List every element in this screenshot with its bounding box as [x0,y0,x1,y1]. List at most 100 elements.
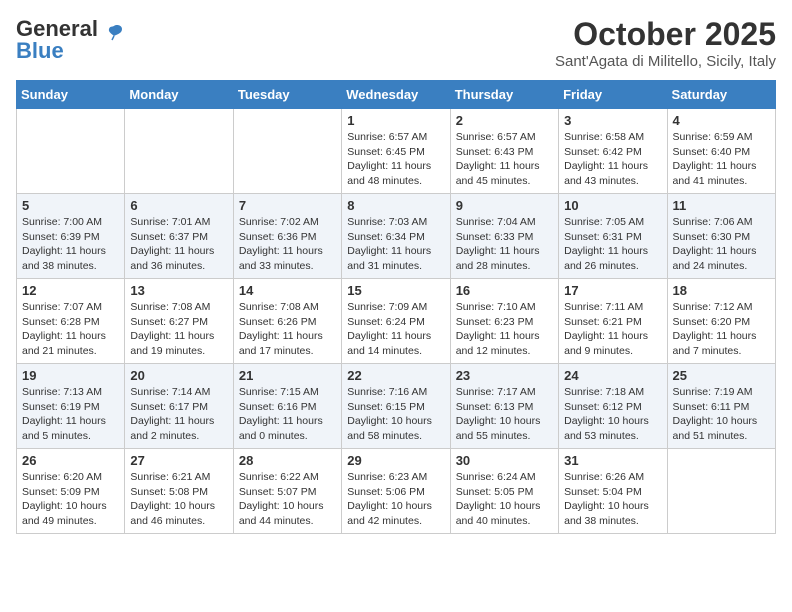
calendar-cell [233,109,341,194]
day-number: 13 [130,283,227,298]
calendar-row-2: 5 Sunrise: 7:00 AM Sunset: 6:39 PM Daylig… [17,194,776,279]
page-header: General Blue October 2025 Sant'Agata di … [16,16,776,70]
calendar-cell: 16 Sunrise: 7:10 AM Sunset: 6:23 PM Dayli… [450,279,558,364]
day-number: 6 [130,198,227,213]
day-info: Sunrise: 7:06 AM Sunset: 6:30 PM Dayligh… [673,215,770,274]
calendar-cell: 12Sunrise: 7:07 AM Sunset: 6:28 PM Dayli… [17,279,125,364]
calendar-cell [17,109,125,194]
calendar-cell: 30Sunrise: 6:24 AM Sunset: 5:05 PM Dayli… [450,449,558,534]
day-number: 20 [130,368,227,383]
day-info: Sunrise: 7:07 AM Sunset: 6:28 PM Dayligh… [22,300,119,359]
day-number: 1 [347,113,444,128]
day-number: 15 [347,283,444,298]
day-info: Sunrise: 7:09 AM Sunset: 6:24 PM Dayligh… [347,300,444,359]
day-number: 8 [347,198,444,213]
day-info: Sunrise: 6:21 AM Sunset: 5:08 PM Dayligh… [130,470,227,529]
day-info: Sunrise: 7:10 AM Sunset: 6:23 PM Dayligh… [456,300,553,359]
month-title: October 2025 [555,16,776,53]
day-info: Sunrise: 7:08 AM Sunset: 6:27 PM Dayligh… [130,300,227,359]
day-info: Sunrise: 6:57 AM Sunset: 6:43 PM Dayligh… [456,130,553,189]
day-info: Sunrise: 7:04 AM Sunset: 6:33 PM Dayligh… [456,215,553,274]
day-info: Sunrise: 6:23 AM Sunset: 5:06 PM Dayligh… [347,470,444,529]
day-number: 3 [564,113,661,128]
day-info: Sunrise: 7:03 AM Sunset: 6:34 PM Dayligh… [347,215,444,274]
calendar-cell: 28 Sunrise: 6:22 AM Sunset: 5:07 PM Dayli… [233,449,341,534]
logo: General Blue [16,16,124,64]
day-number: 7 [239,198,336,213]
day-number: 17 [564,283,661,298]
day-number: 23 [456,368,553,383]
calendar-cell: 21 Sunrise: 7:15 AM Sunset: 6:16 PM Dayli… [233,364,341,449]
calendar-cell: 24 Sunrise: 7:18 AM Sunset: 6:12 PM Dayli… [559,364,667,449]
calendar-row-3: 12Sunrise: 7:07 AM Sunset: 6:28 PM Dayli… [17,279,776,364]
calendar-cell: 25Sunrise: 7:19 AM Sunset: 6:11 PM Dayli… [667,364,775,449]
calendar-cell: 17 Sunrise: 7:11 AM Sunset: 6:21 PM Dayli… [559,279,667,364]
day-number: 21 [239,368,336,383]
calendar-cell: 4 Sunrise: 6:59 AM Sunset: 6:40 PM Daylig… [667,109,775,194]
day-number: 27 [130,453,227,468]
calendar-cell: 31 Sunrise: 6:26 AM Sunset: 5:04 PM Dayli… [559,449,667,534]
day-number: 11 [673,198,770,213]
day-info: Sunrise: 7:17 AM Sunset: 6:13 PM Dayligh… [456,385,553,444]
calendar-cell: 1 Sunrise: 6:57 AM Sunset: 6:45 PM Daylig… [342,109,450,194]
day-number: 26 [22,453,119,468]
day-info: Sunrise: 6:24 AM Sunset: 5:05 PM Dayligh… [456,470,553,529]
day-number: 14 [239,283,336,298]
day-number: 2 [456,113,553,128]
col-header-friday: Friday [559,81,667,109]
day-info: Sunrise: 7:13 AM Sunset: 6:19 PM Dayligh… [22,385,119,444]
calendar-header-row: SundayMondayTuesdayWednesdayThursdayFrid… [17,81,776,109]
calendar-row-4: 19 Sunrise: 7:13 AM Sunset: 6:19 PM Dayli… [17,364,776,449]
calendar-cell: 13 Sunrise: 7:08 AM Sunset: 6:27 PM Dayli… [125,279,233,364]
day-info: Sunrise: 6:26 AM Sunset: 5:04 PM Dayligh… [564,470,661,529]
day-info: Sunrise: 7:01 AM Sunset: 6:37 PM Dayligh… [130,215,227,274]
calendar-table: SundayMondayTuesdayWednesdayThursdayFrid… [16,80,776,534]
col-header-sunday: Sunday [17,81,125,109]
day-info: Sunrise: 7:15 AM Sunset: 6:16 PM Dayligh… [239,385,336,444]
col-header-monday: Monday [125,81,233,109]
day-info: Sunrise: 7:12 AM Sunset: 6:20 PM Dayligh… [673,300,770,359]
col-header-thursday: Thursday [450,81,558,109]
day-info: Sunrise: 7:19 AM Sunset: 6:11 PM Dayligh… [673,385,770,444]
calendar-row-1: 1 Sunrise: 6:57 AM Sunset: 6:45 PM Daylig… [17,109,776,194]
col-header-wednesday: Wednesday [342,81,450,109]
day-info: Sunrise: 7:18 AM Sunset: 6:12 PM Dayligh… [564,385,661,444]
day-number: 29 [347,453,444,468]
calendar-cell: 20 Sunrise: 7:14 AM Sunset: 6:17 PM Dayli… [125,364,233,449]
day-info: Sunrise: 7:00 AM Sunset: 6:39 PM Dayligh… [22,215,119,274]
day-info: Sunrise: 6:57 AM Sunset: 6:45 PM Dayligh… [347,130,444,189]
calendar-cell: 22Sunrise: 7:16 AM Sunset: 6:15 PM Dayli… [342,364,450,449]
day-number: 16 [456,283,553,298]
calendar-cell: 29 Sunrise: 6:23 AM Sunset: 5:06 PM Dayli… [342,449,450,534]
day-info: Sunrise: 7:08 AM Sunset: 6:26 PM Dayligh… [239,300,336,359]
day-number: 28 [239,453,336,468]
day-number: 5 [22,198,119,213]
calendar-cell: 11 Sunrise: 7:06 AM Sunset: 6:30 PM Dayli… [667,194,775,279]
day-info: Sunrise: 6:59 AM Sunset: 6:40 PM Dayligh… [673,130,770,189]
calendar-cell: 2 Sunrise: 6:57 AM Sunset: 6:43 PM Daylig… [450,109,558,194]
day-number: 4 [673,113,770,128]
day-info: Sunrise: 6:58 AM Sunset: 6:42 PM Dayligh… [564,130,661,189]
calendar-cell: 9 Sunrise: 7:04 AM Sunset: 6:33 PM Daylig… [450,194,558,279]
calendar-cell: 18Sunrise: 7:12 AM Sunset: 6:20 PM Dayli… [667,279,775,364]
col-header-saturday: Saturday [667,81,775,109]
day-info: Sunrise: 7:11 AM Sunset: 6:21 PM Dayligh… [564,300,661,359]
day-info: Sunrise: 7:16 AM Sunset: 6:15 PM Dayligh… [347,385,444,444]
day-info: Sunrise: 6:20 AM Sunset: 5:09 PM Dayligh… [22,470,119,529]
calendar-cell: 6 Sunrise: 7:01 AM Sunset: 6:37 PM Daylig… [125,194,233,279]
calendar-cell: 27 Sunrise: 6:21 AM Sunset: 5:08 PM Dayli… [125,449,233,534]
location-subtitle: Sant'Agata di Militello, Sicily, Italy [555,53,776,70]
calendar-cell: 3 Sunrise: 6:58 AM Sunset: 6:42 PM Daylig… [559,109,667,194]
calendar-cell: 15 Sunrise: 7:09 AM Sunset: 6:24 PM Dayli… [342,279,450,364]
calendar-cell: 14 Sunrise: 7:08 AM Sunset: 6:26 PM Dayli… [233,279,341,364]
day-info: Sunrise: 6:22 AM Sunset: 5:07 PM Dayligh… [239,470,336,529]
day-number: 19 [22,368,119,383]
logo-general: General [16,16,98,41]
day-number: 9 [456,198,553,213]
calendar-cell: 8 Sunrise: 7:03 AM Sunset: 6:34 PM Daylig… [342,194,450,279]
day-info: Sunrise: 7:14 AM Sunset: 6:17 PM Dayligh… [130,385,227,444]
day-number: 24 [564,368,661,383]
title-area: October 2025 Sant'Agata di Militello, Si… [555,16,776,70]
day-number: 31 [564,453,661,468]
logo-bird-icon [104,22,124,42]
